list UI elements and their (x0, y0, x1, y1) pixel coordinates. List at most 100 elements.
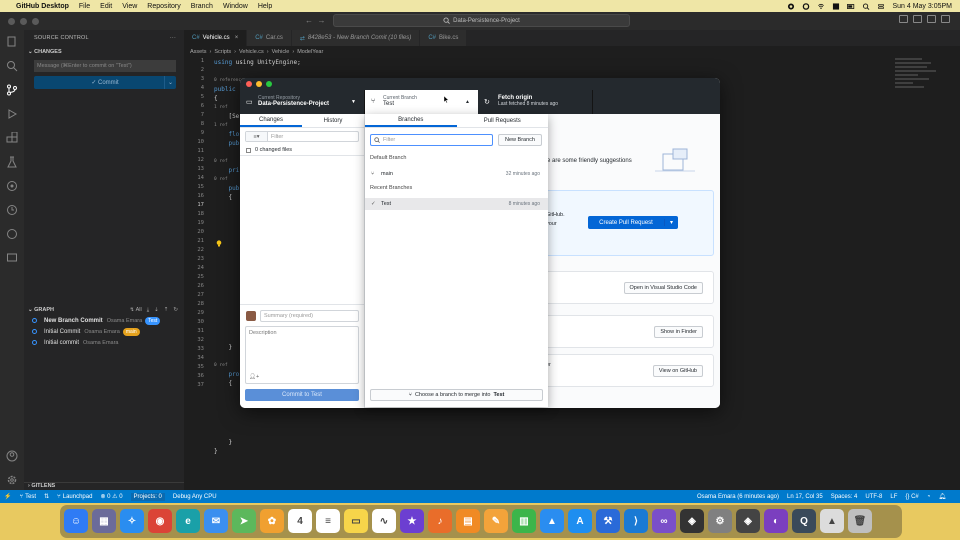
breadcrumb-item[interactable]: Vehicle.cs (239, 49, 264, 55)
status-encoding[interactable]: UTF-8 (865, 493, 882, 500)
spotlight-search-icon[interactable] (862, 2, 870, 10)
search-view-icon[interactable] (6, 60, 18, 72)
tab-branches[interactable]: Branches (365, 114, 457, 127)
refresh-icon[interactable]: ↻ (173, 307, 178, 314)
description-input[interactable]: Description 👤︎+ (245, 326, 359, 384)
status-projects[interactable]: Projects: 0 (130, 492, 165, 501)
account-icon[interactable] (6, 450, 18, 462)
tab-changes[interactable]: Changes (240, 114, 302, 127)
code-content-end[interactable]: } } (214, 438, 232, 456)
timeline-icon[interactable] (6, 204, 18, 216)
commit-message-input[interactable]: Message (⌘Enter to commit on "Test") (34, 60, 176, 72)
manage-gear-icon[interactable] (6, 474, 18, 486)
vscode-window-controls[interactable] (8, 17, 39, 25)
keynote-icon[interactable]: ▲ (540, 509, 564, 533)
add-coauthor-icon[interactable]: 👤︎+ (249, 374, 259, 380)
branch-item-main[interactable]: ⑂ main 32 minutes ago (365, 168, 548, 180)
graph-filter-all[interactable]: ↯ All (130, 307, 142, 314)
summary-input[interactable]: Summary (required) (260, 310, 359, 322)
quicktime-icon[interactable]: Q (792, 509, 816, 533)
books-icon[interactable]: ▤ (456, 509, 480, 533)
breadcrumb-item[interactable]: Vehicle (272, 49, 290, 55)
calendar-icon[interactable]: 4 (288, 509, 312, 533)
close-icon[interactable]: × (235, 35, 239, 41)
tab-bike-cs[interactable]: C# Bike.cs (420, 30, 468, 46)
photos-icon[interactable]: ✿ (260, 509, 284, 533)
mail-icon[interactable]: ✉ (204, 509, 228, 533)
command-center-search[interactable]: Data-Persistence-Project (333, 14, 630, 27)
lightbulb-icon[interactable] (216, 240, 222, 247)
status-debug[interactable]: Debug Any CPU (173, 494, 217, 500)
merge-into-branch-button[interactable]: ⑂ Choose a branch to merge into Test (370, 389, 543, 401)
remote-explorer-icon[interactable] (6, 252, 18, 264)
select-all-checkbox[interactable] (246, 147, 251, 153)
notes-icon[interactable]: ▭ (344, 509, 368, 533)
graph-header[interactable]: GRAPH (34, 307, 54, 313)
tab-pull-requests[interactable]: Pull Requests (457, 114, 549, 127)
graph-row[interactable]: Initial Commit Osama Emara main (24, 326, 184, 337)
status-eol[interactable]: LF (890, 493, 897, 500)
open-in-vscode-button[interactable]: Open in Visual Studio Code (623, 282, 703, 294)
codelens-reference[interactable]: 0 ref (214, 361, 239, 370)
filter-options-icon[interactable]: ≡▾ (246, 132, 268, 141)
xcode-icon[interactable]: ⚒ (596, 509, 620, 533)
fetch-icon[interactable]: ⤓ (147, 307, 149, 314)
chrome-icon[interactable]: ◉ (148, 509, 172, 533)
source-control-icon[interactable] (6, 84, 18, 96)
record-icon[interactable] (787, 2, 795, 10)
changes-header[interactable]: CHANGES (34, 49, 62, 55)
finder-icon[interactable]: ☺ (64, 509, 88, 533)
layout-controls[interactable] (899, 15, 950, 23)
status-sync-icon[interactable]: ⇅ (44, 493, 49, 500)
chevron-down-icon[interactable]: ▾ (664, 219, 678, 226)
view-on-github-button[interactable]: View on GitHub (652, 365, 703, 377)
extensions-icon[interactable] (6, 131, 18, 144)
status-language[interactable]: {} C# (905, 493, 918, 500)
menu-repository[interactable]: Repository (147, 3, 180, 10)
launchpad-icon[interactable]: ▦ (92, 509, 116, 533)
freeform-icon[interactable]: ∿ (372, 509, 396, 533)
menu-window[interactable]: Window (223, 3, 248, 10)
menu-edit[interactable]: Edit (100, 3, 112, 10)
status-blame[interactable]: Osama Emara (6 minutes ago) (697, 493, 779, 500)
appstore-icon[interactable]: A (568, 509, 592, 533)
branch-item-test[interactable]: ✓ Test 8 minutes ago (365, 198, 548, 210)
ghd-window-controls[interactable] (246, 81, 272, 87)
code-content-lower[interactable]: } 0 ref pro { (214, 343, 239, 388)
breadcrumb-item[interactable]: Scripts (214, 49, 231, 55)
status-launchpad[interactable]: ⑂ Launchpad (57, 494, 92, 500)
run-debug-icon[interactable] (6, 108, 18, 120)
commit-button[interactable]: ✓ Commit ⌄ (34, 76, 176, 89)
nav-back-forward-icon[interactable]: ← → (305, 16, 325, 25)
gear-status-icon[interactable] (802, 2, 810, 10)
github-desktop-icon[interactable]: ◐ (764, 509, 788, 533)
vscode-icon[interactable]: ⟩ (624, 509, 648, 533)
battery-icon[interactable] (847, 3, 855, 10)
commit-to-branch-button[interactable]: Commit to Test (245, 389, 359, 401)
edge-icon[interactable]: e (176, 509, 200, 533)
reminders-icon[interactable]: ≡ (316, 509, 340, 533)
maps-icon[interactable]: ➤ (232, 509, 256, 533)
minimap[interactable] (895, 58, 940, 118)
breadcrumb-item[interactable]: Assets (190, 49, 207, 55)
current-repository-button[interactable]: ▭ Current Repository Data-Persistence-Pr… (240, 90, 365, 114)
graph-row[interactable]: Initial commit Osama Emara (24, 337, 184, 348)
menu-branch[interactable]: Branch (191, 3, 213, 10)
status-problems[interactable]: ⊗ 0 ⚠ 0 (100, 493, 122, 500)
tab-car-cs[interactable]: C# Car.cs (247, 30, 292, 46)
graph-row[interactable]: New Branch Commit Osama Emara Test (24, 315, 184, 326)
new-branch-button[interactable]: New Branch (498, 134, 542, 146)
show-in-finder-button[interactable]: Show in Finder (654, 326, 703, 338)
branch-filter-input[interactable]: Filter (370, 134, 493, 146)
changes-filter-input[interactable]: ≡▾ Filter (245, 131, 359, 142)
wifi-icon[interactable] (817, 3, 825, 10)
status-branch[interactable]: ⑂ Test (19, 494, 36, 500)
copilot-icon[interactable]: ◔ (927, 493, 931, 500)
status-position[interactable]: Ln 17, Col 35 (787, 493, 823, 500)
keyboard-input-icon[interactable] (832, 2, 840, 10)
unityhub-icon[interactable]: ◈ (736, 509, 760, 533)
graph-toolbar[interactable]: ↯ All ⤓ ⇣ ⇡ ↻ (130, 307, 178, 314)
remote-indicator-icon[interactable]: ⚡ (4, 493, 11, 500)
numbers-icon[interactable]: ▥ (512, 509, 536, 533)
testing-icon[interactable] (6, 156, 18, 168)
